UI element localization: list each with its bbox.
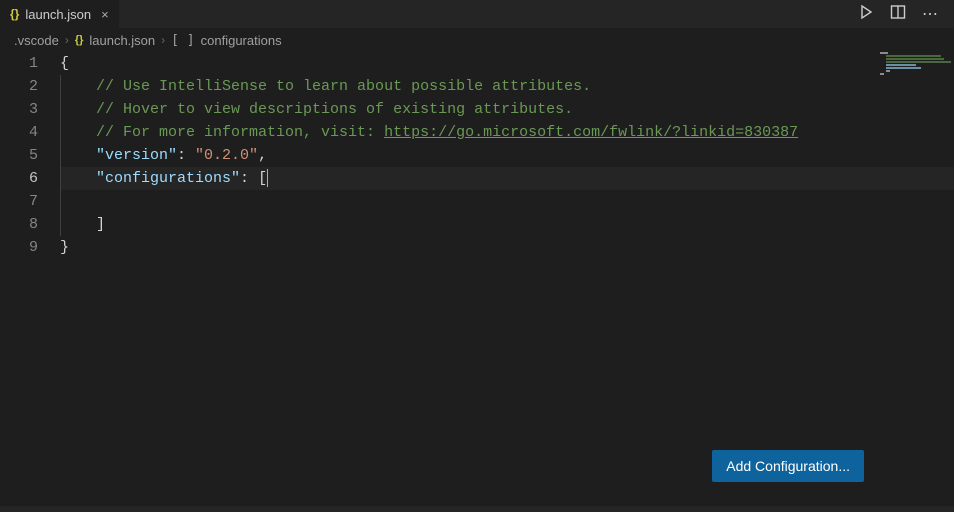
code-line[interactable]: // Use IntelliSense to learn about possi… xyxy=(60,75,954,98)
json-icon: {} xyxy=(10,7,19,21)
code-line[interactable]: // Hover to view descriptions of existin… xyxy=(60,98,954,121)
line-number-gutter: 1 2 3 4 5 6 7 8 9 xyxy=(0,52,60,259)
code-line[interactable]: } xyxy=(60,236,954,259)
tab-bar: {} launch.json × ⋯ xyxy=(0,0,954,28)
close-icon[interactable]: × xyxy=(101,7,109,22)
code-line[interactable]: "configurations": [ xyxy=(60,167,954,190)
doc-link[interactable]: https://go.microsoft.com/fwlink/?linkid=… xyxy=(384,124,798,141)
run-icon[interactable] xyxy=(858,4,874,25)
line-number: 3 xyxy=(0,98,38,121)
tab-actions: ⋯ xyxy=(858,4,954,25)
add-configuration-button[interactable]: Add Configuration... xyxy=(712,450,864,482)
json-icon: {} xyxy=(75,34,84,46)
code-line[interactable]: "version": "0.2.0", xyxy=(60,144,954,167)
line-number: 6 xyxy=(0,167,38,190)
breadcrumb-seg-file[interactable]: launch.json xyxy=(89,33,155,48)
code-line[interactable]: ] xyxy=(60,213,954,236)
chevron-right-icon: › xyxy=(65,33,69,47)
code-line[interactable]: // For more information, visit: https://… xyxy=(60,121,954,144)
line-number: 8 xyxy=(0,213,38,236)
line-number: 9 xyxy=(0,236,38,259)
code-content[interactable]: { // Use IntelliSense to learn about pos… xyxy=(60,52,954,259)
line-number: 5 xyxy=(0,144,38,167)
line-number: 1 xyxy=(0,52,38,75)
text-cursor xyxy=(267,169,268,187)
editor-tab-launch-json[interactable]: {} launch.json × xyxy=(0,0,119,28)
more-icon[interactable]: ⋯ xyxy=(922,4,940,25)
minimap[interactable] xyxy=(880,52,950,82)
tab-filename: launch.json xyxy=(25,7,91,22)
line-number: 4 xyxy=(0,121,38,144)
code-editor[interactable]: 1 2 3 4 5 6 7 8 9 { // Use IntelliSense … xyxy=(0,52,954,259)
breadcrumb-seg-folder[interactable]: .vscode xyxy=(14,33,59,48)
line-number: 7 xyxy=(0,190,38,213)
chevron-right-icon: › xyxy=(161,33,165,47)
breadcrumb-seg-node[interactable]: configurations xyxy=(201,33,282,48)
code-line[interactable]: { xyxy=(60,52,954,75)
split-editor-icon[interactable] xyxy=(890,4,906,25)
breadcrumb[interactable]: .vscode › {} launch.json › [ ] configura… xyxy=(0,28,954,52)
status-bar-area xyxy=(0,506,954,512)
array-icon: [ ] xyxy=(171,33,194,48)
code-line[interactable] xyxy=(60,190,954,213)
line-number: 2 xyxy=(0,75,38,98)
